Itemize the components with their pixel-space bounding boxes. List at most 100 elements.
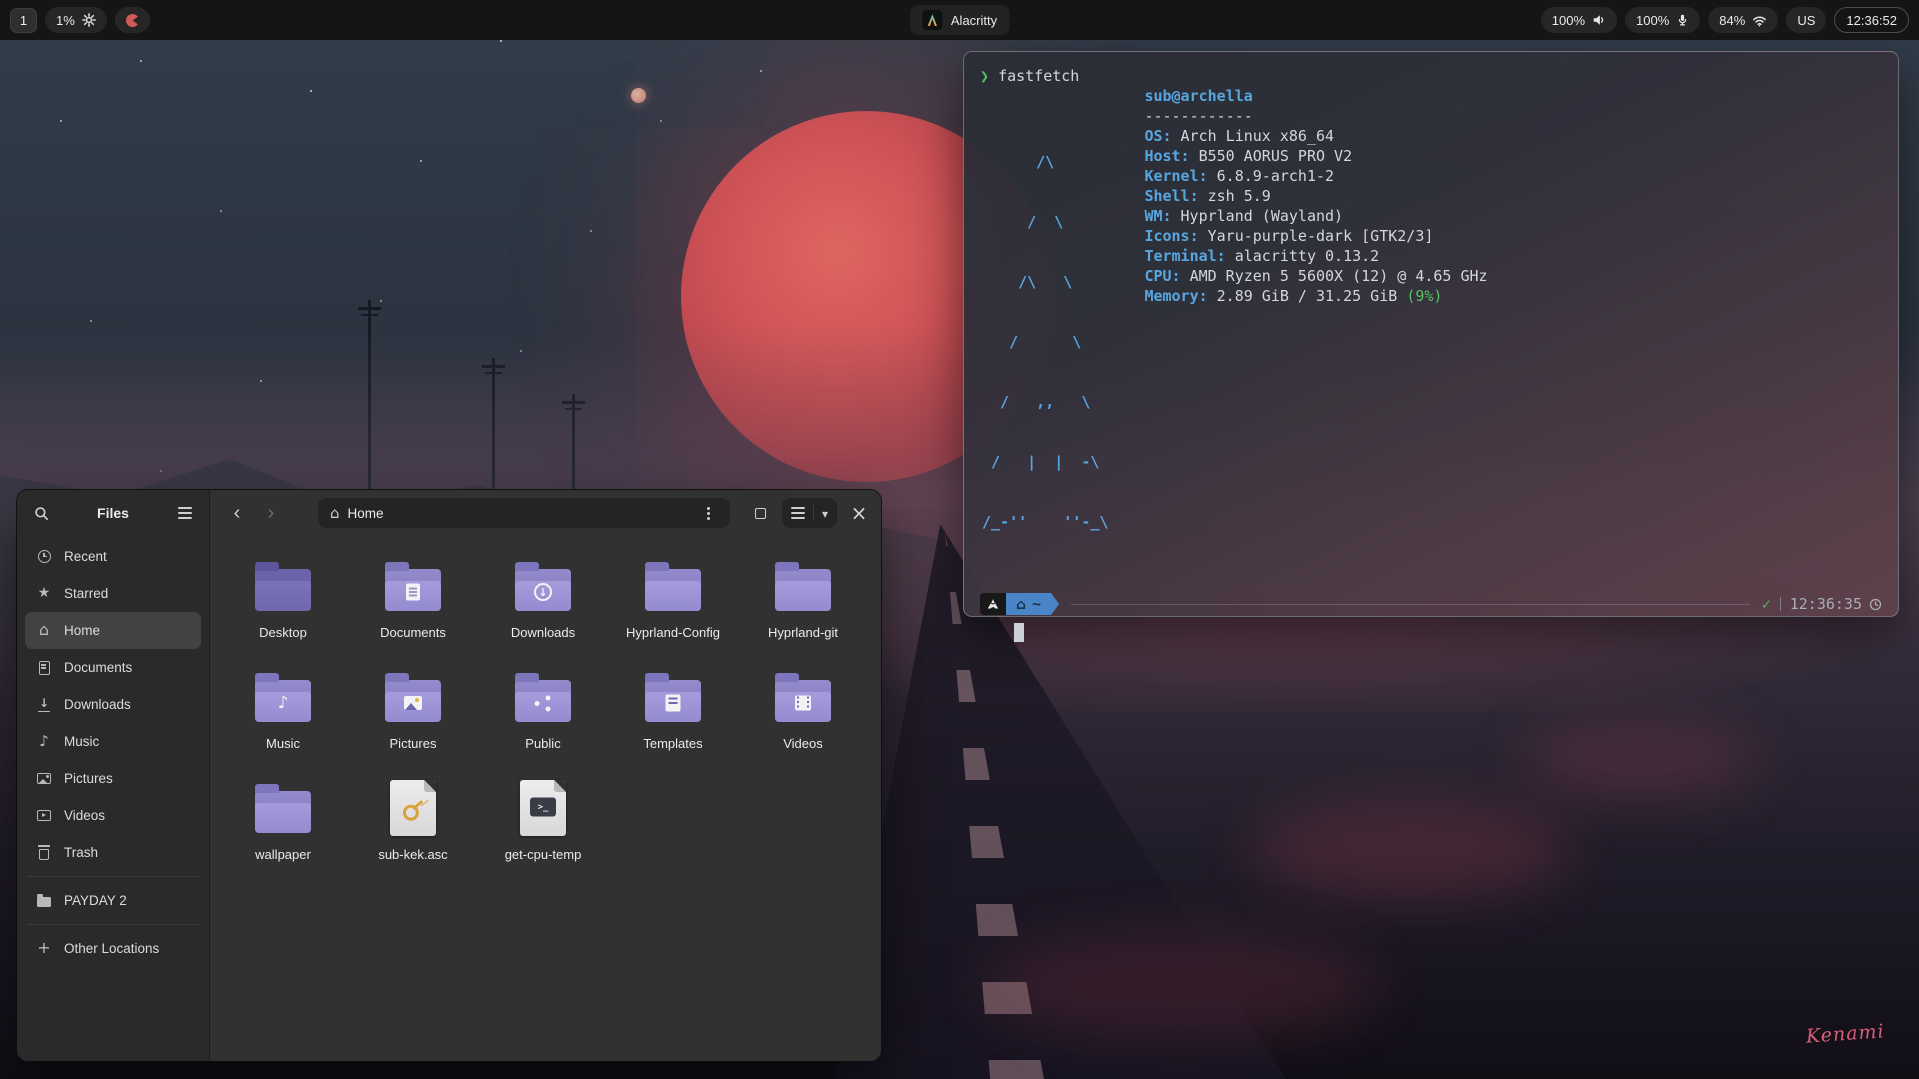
- tabs-icon: [754, 504, 769, 519]
- updates-module[interactable]: [114, 7, 150, 33]
- star-icon: [38, 586, 51, 601]
- current-path: ~: [1032, 595, 1042, 613]
- sidebar-item-music[interactable]: Music: [25, 723, 201, 760]
- microphone-icon: [1676, 13, 1689, 27]
- sidebar-item-starred[interactable]: Starred: [25, 575, 201, 612]
- sidebar-nav: Recent Starred Home Documents Downloads …: [17, 536, 209, 969]
- terminal-cursor: [1014, 623, 1024, 642]
- templates-emblem-icon: [665, 694, 681, 712]
- files-window: Files Recent Starred Home Documents Down…: [17, 490, 881, 1061]
- sidebar-item-downloads[interactable]: Downloads: [25, 686, 201, 723]
- mic-percent: 100%: [1636, 12, 1670, 28]
- folder-icon: [775, 672, 831, 722]
- wifi-percent: 84%: [1719, 12, 1746, 28]
- back-button[interactable]: ‹: [224, 502, 250, 525]
- files-sidebar: Files Recent Starred Home Documents Down…: [17, 490, 210, 1061]
- sidebar-item-videos[interactable]: Videos: [25, 797, 201, 834]
- info-row: Kernel: 6.8.9-arch1-2: [1144, 167, 1335, 185]
- sidebar-item-other-locations[interactable]: Other Locations: [25, 930, 201, 967]
- top-bar: 1 1% Alacritty 100% 100% 84% US 12:36:52: [0, 0, 1919, 40]
- keyboard-layout-module[interactable]: US: [1786, 7, 1827, 33]
- workspace-button[interactable]: 1: [10, 7, 37, 33]
- file-item-music[interactable]: Music: [218, 665, 348, 752]
- file-item-public[interactable]: Public: [478, 665, 608, 752]
- file-item-sub-kek-asc[interactable]: sub-kek.asc: [348, 776, 478, 863]
- file-item-wallpaper[interactable]: wallpaper: [218, 776, 348, 863]
- info-row: Host: B550 AORUS PRO V2: [1144, 147, 1353, 165]
- search-button[interactable]: [27, 499, 55, 527]
- sidebar-item-pictures[interactable]: Pictures: [25, 760, 201, 797]
- pgp-file-icon: [390, 780, 436, 836]
- share-emblem-icon: [534, 695, 552, 711]
- chevron-down-icon: [822, 505, 828, 521]
- files-toolbar: ‹ › Home: [210, 490, 881, 536]
- info-row: Shell: zsh 5.9: [1144, 187, 1271, 205]
- divider: [813, 505, 814, 521]
- music-note-icon: [39, 734, 49, 750]
- sidebar-item-trash[interactable]: Trash: [25, 834, 201, 871]
- sidebar-item-documents[interactable]: Documents: [25, 649, 201, 686]
- menu-button[interactable]: [171, 499, 199, 527]
- file-item-desktop[interactable]: Desktop: [218, 554, 348, 641]
- sidebar-item-recent[interactable]: Recent: [25, 538, 201, 575]
- prompt-line: ❯ fastfetch: [980, 66, 1882, 86]
- info-row: Icons: Yaru-purple-dark [GTK2/3]: [1144, 227, 1434, 245]
- sidebar-item-payday2[interactable]: PAYDAY 2: [25, 882, 201, 919]
- info-row: OS: Arch Linux x86_64: [1144, 127, 1335, 145]
- close-window-button[interactable]: [845, 499, 873, 527]
- exit-status-check: ✓: [1761, 595, 1771, 613]
- file-item-templates[interactable]: Templates: [608, 665, 738, 752]
- file-item-downloads[interactable]: Downloads: [478, 554, 608, 641]
- microphone-module[interactable]: 100%: [1625, 7, 1701, 33]
- file-item-get-cpu-temp[interactable]: get-cpu-temp: [478, 776, 608, 863]
- close-icon: [851, 503, 868, 523]
- folder-icon: [515, 561, 571, 611]
- separator-line: ------------: [1144, 107, 1253, 125]
- volume-module[interactable]: 100%: [1540, 7, 1618, 33]
- download-icon: [37, 697, 51, 712]
- file-item-hyprland-git[interactable]: Hyprland-git: [738, 554, 868, 641]
- file-item-pictures[interactable]: Pictures: [348, 665, 478, 752]
- file-item-videos[interactable]: Videos: [738, 665, 868, 752]
- folder-icon: [645, 561, 701, 611]
- folder-icon: [37, 894, 51, 907]
- file-item-hyprland-config[interactable]: Hyprland-Config: [608, 554, 738, 641]
- sidebar-item-home[interactable]: Home: [25, 612, 201, 649]
- folder-icon: [255, 672, 311, 722]
- volume-percent: 100%: [1551, 12, 1586, 28]
- terminal-window[interactable]: ❯ fastfetch /\ / \ /\ \ / \ / ,, \ / | |…: [963, 51, 1899, 642]
- path-bar[interactable]: Home: [318, 498, 730, 528]
- wifi-module[interactable]: 84%: [1708, 7, 1779, 33]
- image-icon: [37, 773, 51, 784]
- info-row: Memory: 2.89 GiB / 31.25 GiB (9%): [1144, 287, 1443, 305]
- downloads-emblem-icon: [534, 583, 552, 602]
- sidebar-header: Files: [17, 490, 209, 536]
- cpu-percent: 1%: [56, 12, 75, 28]
- files-main: ‹ › Home Desktop: [210, 490, 881, 1061]
- prompt-separator: [1779, 597, 1781, 611]
- cpu-module[interactable]: 1%: [45, 7, 107, 33]
- clock-module[interactable]: 12:36:52: [1834, 7, 1909, 33]
- file-item-documents[interactable]: Documents: [348, 554, 478, 641]
- wifi-icon: [1752, 14, 1767, 27]
- script-file-icon: [520, 780, 566, 836]
- pacman-updates-icon: [125, 13, 139, 27]
- info-row: CPU: AMD Ryzen 5 5600X (12) @ 4.65 GHz: [1144, 267, 1488, 285]
- forward-button[interactable]: ›: [258, 502, 284, 525]
- folder-icon: [775, 561, 831, 611]
- clock-icon: [1869, 598, 1882, 611]
- videos-emblem-icon: [795, 695, 811, 711]
- focused-window-module: Alacritty: [909, 5, 1010, 35]
- path-menu-button[interactable]: [698, 503, 718, 523]
- search-icon: [34, 506, 48, 520]
- command-text: fastfetch: [998, 67, 1080, 85]
- arch-ascii-logo: /\ / \ /\ \ / \ / ,, \ / | | -\ /_-'' ''…: [982, 153, 1109, 531]
- speaker-icon: [1592, 13, 1606, 27]
- documents-emblem-icon: [406, 583, 420, 601]
- arch-icon: [987, 599, 999, 609]
- folder-icon: [385, 561, 441, 611]
- view-toggle[interactable]: [782, 498, 838, 528]
- new-tab-button[interactable]: [746, 499, 774, 527]
- keyboard-layout: US: [1797, 12, 1816, 28]
- pictures-emblem-icon: [404, 696, 422, 711]
